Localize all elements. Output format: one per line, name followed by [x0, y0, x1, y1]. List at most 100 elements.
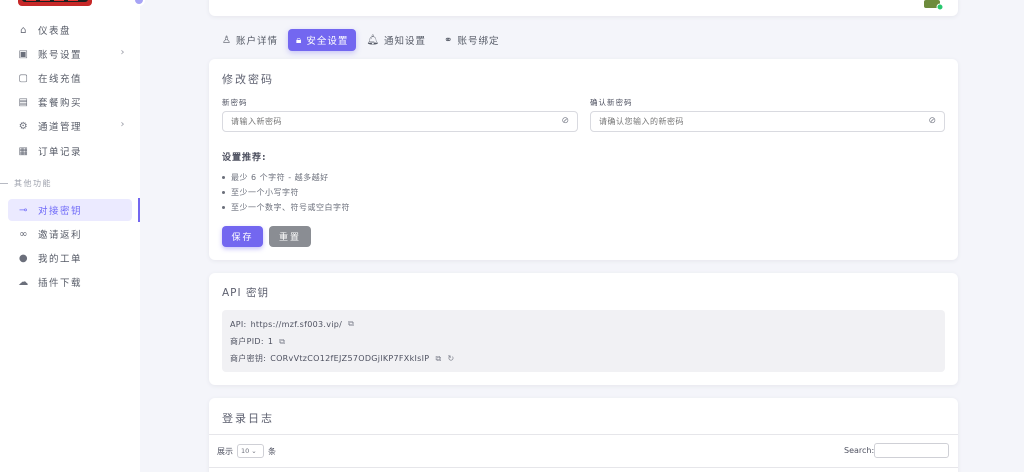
list-item: 最少 6 个字符 - 越多越好 — [222, 170, 350, 185]
api-url-row: API: https://mzf.sf003.vip/ ⧉ — [230, 319, 354, 329]
sidebar-item-plugin-download[interactable]: ☁ 插件下载 — [8, 271, 132, 293]
recommendation-list: 最少 6 个字符 - 越多越好 至少一个小写字符 至少一个数字、符号或空白字符 — [222, 170, 350, 215]
tab-label: 账户详情 — [235, 36, 278, 47]
list-item: 至少一个数字、符号或空白字符 — [222, 200, 350, 215]
merchant-key-value: CORvVtzCO12fEJZ57ODGjlKP7FXkIsIP — [270, 354, 430, 363]
copy-icon[interactable]: ⧉ — [435, 354, 441, 364]
api-key-card: API 密钥 API: https://mzf.sf003.vip/ ⧉ 商户P… — [209, 273, 958, 385]
refresh-icon[interactable]: ↻ — [447, 354, 454, 363]
sidebar-item-label: 账号设置 — [38, 50, 83, 61]
package-icon: ▤ — [18, 96, 30, 108]
list-item: 至少一个小写字符 — [222, 185, 350, 200]
cloud-download-icon: ☁ — [18, 276, 30, 288]
tab-notification-settings[interactable]: 🔔︎ 通知设置 — [358, 29, 434, 51]
bullet — [222, 176, 225, 179]
chevron-right-icon: › — [120, 119, 126, 130]
confirm-password-field: ⊘ — [590, 111, 945, 132]
top-navbar — [209, 0, 958, 16]
new-password-input[interactable] — [223, 112, 542, 131]
sidebar-item-label: 通道管理 — [38, 122, 83, 133]
merchant-pid-label: 商户PID: — [230, 337, 264, 346]
settings-tabs: ♙ 账户详情 🔒︎ 安全设置 🔔︎ 通知设置 ⚭ 账号绑定 — [214, 29, 509, 51]
sidebar-item-label: 邀请返利 — [38, 230, 83, 241]
login-log-card: 登录日志 展示 10 ⌄ 条 Search: — [209, 398, 958, 472]
merchant-key-row: 商户密钥: CORvVtzCO12fEJZ57ODGjlKP7FXkIsIP ⧉… — [230, 353, 454, 364]
sidebar-item-label: 我的工单 — [38, 254, 83, 265]
sidebar-item-label: 套餐购买 — [38, 98, 83, 109]
brand-logo[interactable] — [18, 0, 92, 10]
tab-account-binding[interactable]: ⚭ 账号绑定 — [436, 29, 507, 51]
list-item-text: 最少 6 个字符 - 越多越好 — [231, 173, 329, 182]
link-icon: ∞ — [19, 228, 29, 240]
merchant-key-label: 商户密钥: — [230, 354, 267, 363]
card-title: 修改密码 — [222, 73, 274, 86]
eye-off-icon[interactable]: ⊘ — [561, 116, 569, 126]
confirm-password-input[interactable] — [591, 112, 909, 131]
card-title: API 密钥 — [222, 287, 269, 299]
chat-icon: ● — [18, 252, 30, 264]
merchant-pid-row: 商户PID: 1 ⧉ — [230, 336, 285, 347]
home-icon: ⌂ — [20, 24, 28, 36]
sidebar-item-api-key[interactable]: ⊸ 对接密钥 — [8, 199, 132, 221]
avatar[interactable] — [922, 0, 944, 10]
sidebar-item-channel[interactable]: ⚙ 通道管理 › — [8, 115, 132, 137]
sidebar-item-label: 对接密钥 — [38, 206, 83, 217]
tab-label: 安全设置 — [306, 36, 349, 47]
confirm-password-label: 确认新密码 — [590, 98, 633, 107]
sidebar-toggle-dot[interactable] — [133, 0, 145, 6]
copy-icon[interactable]: ⧉ — [348, 319, 354, 329]
entries-select-value: 10 — [241, 447, 250, 455]
tab-security-settings[interactable]: 🔒︎ 安全设置 — [287, 29, 357, 51]
api-url-label: API: — [230, 319, 247, 329]
new-password-field: ⊘ — [222, 111, 578, 132]
recharge-icon: ▢ — [18, 72, 30, 84]
copy-icon[interactable]: ⧉ — [279, 337, 285, 347]
sidebar-section-label: 其他功能 — [0, 178, 52, 189]
entries-label: 条 — [268, 446, 276, 456]
sidebar-item-tickets[interactable]: ● 我的工单 — [8, 247, 132, 269]
sidebar-item-dashboard[interactable]: ⌂ 仪表盘 — [8, 19, 132, 41]
sidebar-item-label: 在线充值 — [38, 74, 83, 85]
sidebar-item-orders[interactable]: ▦ 订单记录 — [8, 140, 132, 162]
tab-label: 通知设置 — [384, 36, 427, 47]
save-button[interactable]: 保存 — [222, 226, 263, 247]
section-dash — [0, 183, 8, 184]
sidebar: ⌂ 仪表盘 ▣ 账号设置 › ▢ 在线充值 ▤ 套餐购买 ⚙ 通道管理 › ▦ … — [0, 0, 145, 472]
api-info-box: API: https://mzf.sf003.vip/ ⧉ 商户PID: 1 ⧉… — [222, 310, 945, 372]
order-icon: ▦ — [18, 145, 30, 157]
user-icon: ♙ — [222, 34, 232, 46]
sidebar-item-recharge[interactable]: ▢ 在线充值 — [8, 67, 132, 89]
api-url-value: https://mzf.sf003.vip/ — [250, 319, 343, 329]
link-icon: ⚭ — [444, 34, 454, 46]
account-icon: ▣ — [18, 48, 30, 60]
search-input[interactable] — [874, 443, 949, 458]
chevron-down-icon: ⌄ — [251, 447, 257, 455]
search-label: Search: — [844, 446, 875, 455]
reset-button[interactable]: 重置 — [269, 226, 311, 247]
sidebar-item-label: 仪表盘 — [38, 26, 72, 37]
list-item-text: 至少一个数字、符号或空白字符 — [231, 203, 350, 212]
recommendation-title: 设置推荐: — [222, 153, 267, 163]
list-item-text: 至少一个小写字符 — [231, 188, 299, 197]
section-label-text: 其他功能 — [14, 179, 52, 188]
gear-icon: ⚙ — [18, 120, 30, 132]
entries-select[interactable]: 10 ⌄ — [237, 444, 264, 458]
bullet — [222, 191, 225, 194]
bell-icon: 🔔︎ — [366, 34, 381, 46]
change-password-card: 修改密码 新密码 ⊘ 确认新密码 ⊘ 设置推荐: 最少 6 个字符 - 越多越好… — [209, 59, 958, 260]
entries-length-control: 展示 10 ⌄ 条 — [217, 444, 276, 458]
lock-icon: 🔒︎ — [295, 34, 303, 46]
bullet — [222, 206, 225, 209]
card-title: 登录日志 — [222, 412, 274, 425]
new-password-label: 新密码 — [222, 98, 248, 107]
merchant-pid-value: 1 — [267, 337, 274, 346]
eye-off-icon[interactable]: ⊘ — [928, 116, 936, 126]
sidebar-item-label: 订单记录 — [38, 147, 83, 158]
sidebar-item-package[interactable]: ▤ 套餐购买 — [8, 91, 132, 113]
sidebar-item-referral[interactable]: ∞ 邀请返利 — [8, 223, 132, 245]
sidebar-item-account-settings[interactable]: ▣ 账号设置 › — [8, 43, 132, 65]
tab-account-details[interactable]: ♙ 账户详情 — [214, 29, 286, 51]
key-icon: ⊸ — [19, 204, 29, 216]
tab-label: 账号绑定 — [457, 36, 500, 47]
chevron-right-icon: › — [120, 47, 126, 58]
